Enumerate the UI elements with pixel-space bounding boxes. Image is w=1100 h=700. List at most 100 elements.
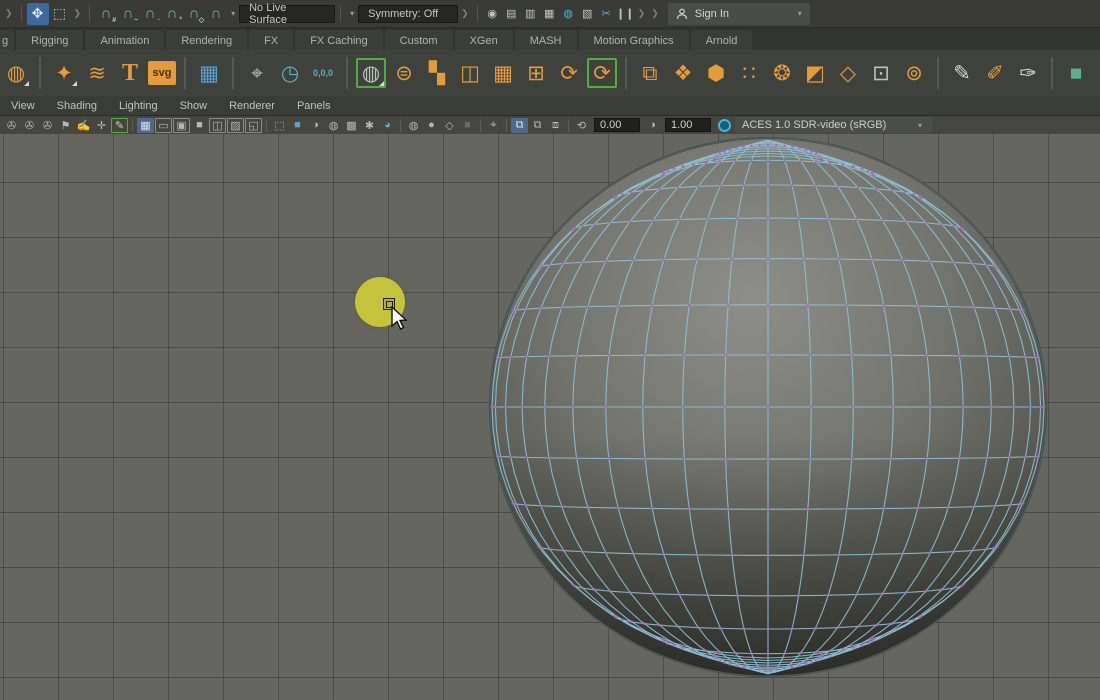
dark-square-icon[interactable]: ■ (459, 118, 476, 133)
symmetry-field[interactable]: Symmetry: Off (358, 5, 458, 23)
pause-icon[interactable]: ❙❙ (616, 3, 635, 25)
dotted-sphere-icon[interactable]: ⊚ (899, 58, 929, 88)
snap-to-projected-center-icon[interactable]: ∩° (161, 3, 183, 25)
image-plane-icon[interactable]: ✍ (75, 118, 92, 133)
chevron-down-icon[interactable]: ▾ (350, 9, 354, 18)
subdivide-grid-icon[interactable]: ▦ (488, 58, 518, 88)
pivot-gizmo-icon[interactable]: ⌖ (242, 58, 272, 88)
wheel-divide-icon[interactable]: ❂ (767, 58, 797, 88)
shelf-tab-fx[interactable]: FX (249, 30, 293, 50)
shelf-tab-rigging[interactable]: Rigging (16, 30, 83, 50)
resolution-gate-icon[interactable]: ▣ (173, 118, 190, 133)
field-chart-icon[interactable]: ◫ (209, 118, 226, 133)
panel-menu-show[interactable]: Show (169, 100, 219, 112)
rotate-face-active-icon[interactable]: ⟳ (587, 58, 617, 88)
shaded-textured-icon[interactable]: ◑ (307, 118, 324, 133)
svg-tool-icon[interactable]: svg (148, 61, 176, 85)
dot-pen-tool-icon[interactable]: ✑ (1013, 58, 1043, 88)
select-camera-icon[interactable]: ✇ (3, 118, 20, 133)
panel-menu-panels[interactable]: Panels (286, 100, 342, 112)
flat-shade-sphere-icon[interactable]: ● (423, 118, 440, 133)
shelf-tab-xgen[interactable]: XGen (455, 30, 513, 50)
gate-mask-icon[interactable]: ■ (191, 118, 208, 133)
snap-to-view-plane-icon[interactable]: ∩◇ (183, 3, 205, 25)
make-live-icon[interactable]: ∩ (205, 3, 227, 25)
sphere-wireframe[interactable] (0, 134, 1100, 700)
snap-to-point-icon[interactable]: ∩· (139, 3, 161, 25)
use-all-lights-icon[interactable]: ✱ (361, 118, 378, 133)
viewport[interactable] (0, 134, 1100, 700)
textured-sphere-icon[interactable]: ◕ (379, 118, 396, 133)
chevron-down-icon[interactable]: ▾ (231, 9, 235, 18)
wire-on-shaded-icon[interactable]: ◍ (325, 118, 342, 133)
group-collapse-icon[interactable]: ❯ (5, 8, 13, 19)
view-transform-dropdown[interactable]: ACES 1.0 SDR-video (sRGB) ▾ (735, 117, 933, 133)
node-editor-icon[interactable]: ▦ (194, 58, 224, 88)
box-pen-tool-icon[interactable]: ✐ (980, 58, 1010, 88)
checker-material-icon[interactable]: ▩ (343, 118, 360, 133)
isolate-select-icon[interactable]: ⌖ (485, 118, 502, 133)
sphere-project-icon[interactable]: ⊜ (389, 58, 419, 88)
select-by-component-icon[interactable]: ⬚ (49, 3, 71, 25)
group-collapse-icon[interactable]: ❯ (461, 8, 469, 19)
grid-toggle-icon[interactable]: ▦ (137, 118, 154, 133)
exposure-icon[interactable]: ⟲ (573, 118, 590, 133)
multi-cut-grid-icon[interactable]: ⊞ (521, 58, 551, 88)
flat-diamonds-icon[interactable]: ◇ (833, 58, 863, 88)
shaded-mode-icon[interactable]: ■ (289, 118, 306, 133)
sphere-tool-icon[interactable]: ◍ (356, 58, 386, 88)
cube-scatter-icon[interactable]: ⧉ (635, 58, 665, 88)
exposure-field[interactable]: 0.00 (594, 118, 640, 132)
center-origin-icon[interactable]: 0,0,0 (308, 58, 338, 88)
shelf-tab-arnold[interactable]: Arnold (691, 30, 753, 50)
gamma-field[interactable]: 1.00 (665, 118, 711, 132)
panel-menu-view[interactable]: View (0, 100, 46, 112)
render-current-frame-icon[interactable]: ▤ (502, 3, 521, 25)
split-square-icon[interactable]: ◩ (800, 58, 830, 88)
shelf-tab-fx-caching[interactable]: FX Caching (295, 30, 382, 50)
shelf-tab-mash[interactable]: MASH (515, 30, 577, 50)
quad-squares-icon[interactable]: ▚ (422, 58, 452, 88)
shelf-tab-motion-graphics[interactable]: Motion Graphics (579, 30, 689, 50)
group-collapse-icon[interactable]: ❯ (638, 8, 646, 19)
green-square-shape-icon[interactable]: ■ (1061, 58, 1091, 88)
panel-menu-shading[interactable]: Shading (46, 100, 108, 112)
cut-icon[interactable]: ✂ (597, 3, 616, 25)
voxel-cubes-icon[interactable]: ∷ (734, 58, 764, 88)
ipr-render-icon[interactable]: ▥ (521, 3, 540, 25)
panel-menu-renderer[interactable]: Renderer (218, 100, 286, 112)
lock-camera-icon[interactable]: ✇ (21, 118, 38, 133)
green-notch-shape-icon[interactable]: ⬓ (1094, 58, 1100, 88)
clipped-curve-tool-icon[interactable]: ◍ (1, 58, 31, 88)
xray-joints-icon[interactable]: ⧉ (529, 118, 546, 133)
film-gate-icon[interactable]: ▭ (155, 118, 172, 133)
bookmark-icon[interactable]: ⚑ (57, 118, 74, 133)
live-surface-field[interactable]: No Live Surface (239, 5, 335, 23)
xray-mode-icon[interactable]: ⧉ (511, 118, 528, 133)
greasepencil-icon[interactable]: ✎ (111, 118, 128, 133)
knife-tool-icon[interactable]: ✎ (947, 58, 977, 88)
star-primitive-icon[interactable]: ✦ (49, 58, 79, 88)
render-sequence-icon[interactable]: ▧ (578, 3, 597, 25)
wireframe-mode-icon[interactable]: ⬚ (271, 118, 288, 133)
bounding-circle-icon[interactable]: ◇ (441, 118, 458, 133)
sign-in-button[interactable]: Sign In ▾ (668, 3, 810, 25)
lattice-box-icon[interactable]: ⊡ (866, 58, 896, 88)
rotate-face-icon[interactable]: ⟳ (554, 58, 584, 88)
two-d-pan-zoom-icon[interactable]: ✛ (93, 118, 110, 133)
shelf-tab-animation[interactable]: Animation (85, 30, 164, 50)
smooth-shade-sphere-icon[interactable]: ◍ (405, 118, 422, 133)
shelf-tab-g[interactable]: g (0, 30, 14, 50)
render-setup-icon[interactable]: ◍ (559, 3, 578, 25)
group-collapse-icon[interactable]: ❯ (651, 8, 659, 19)
snap-to-curve-icon[interactable]: ∩~ (117, 3, 139, 25)
active-tool-icon[interactable]: ✥ (27, 3, 49, 25)
safe-title-icon[interactable]: ◱ (245, 118, 262, 133)
group-collapse-icon[interactable]: ❯ (74, 8, 82, 19)
gamma-icon[interactable]: ◑ (644, 118, 661, 133)
camera-attributes-icon[interactable]: ✇ (39, 118, 56, 133)
shelf-tab-rendering[interactable]: Rendering (166, 30, 247, 50)
type-tool-icon[interactable]: T (115, 58, 145, 88)
panel-menu-lighting[interactable]: Lighting (108, 100, 169, 112)
exposure-gate-icon[interactable]: ⧈ (547, 118, 564, 133)
